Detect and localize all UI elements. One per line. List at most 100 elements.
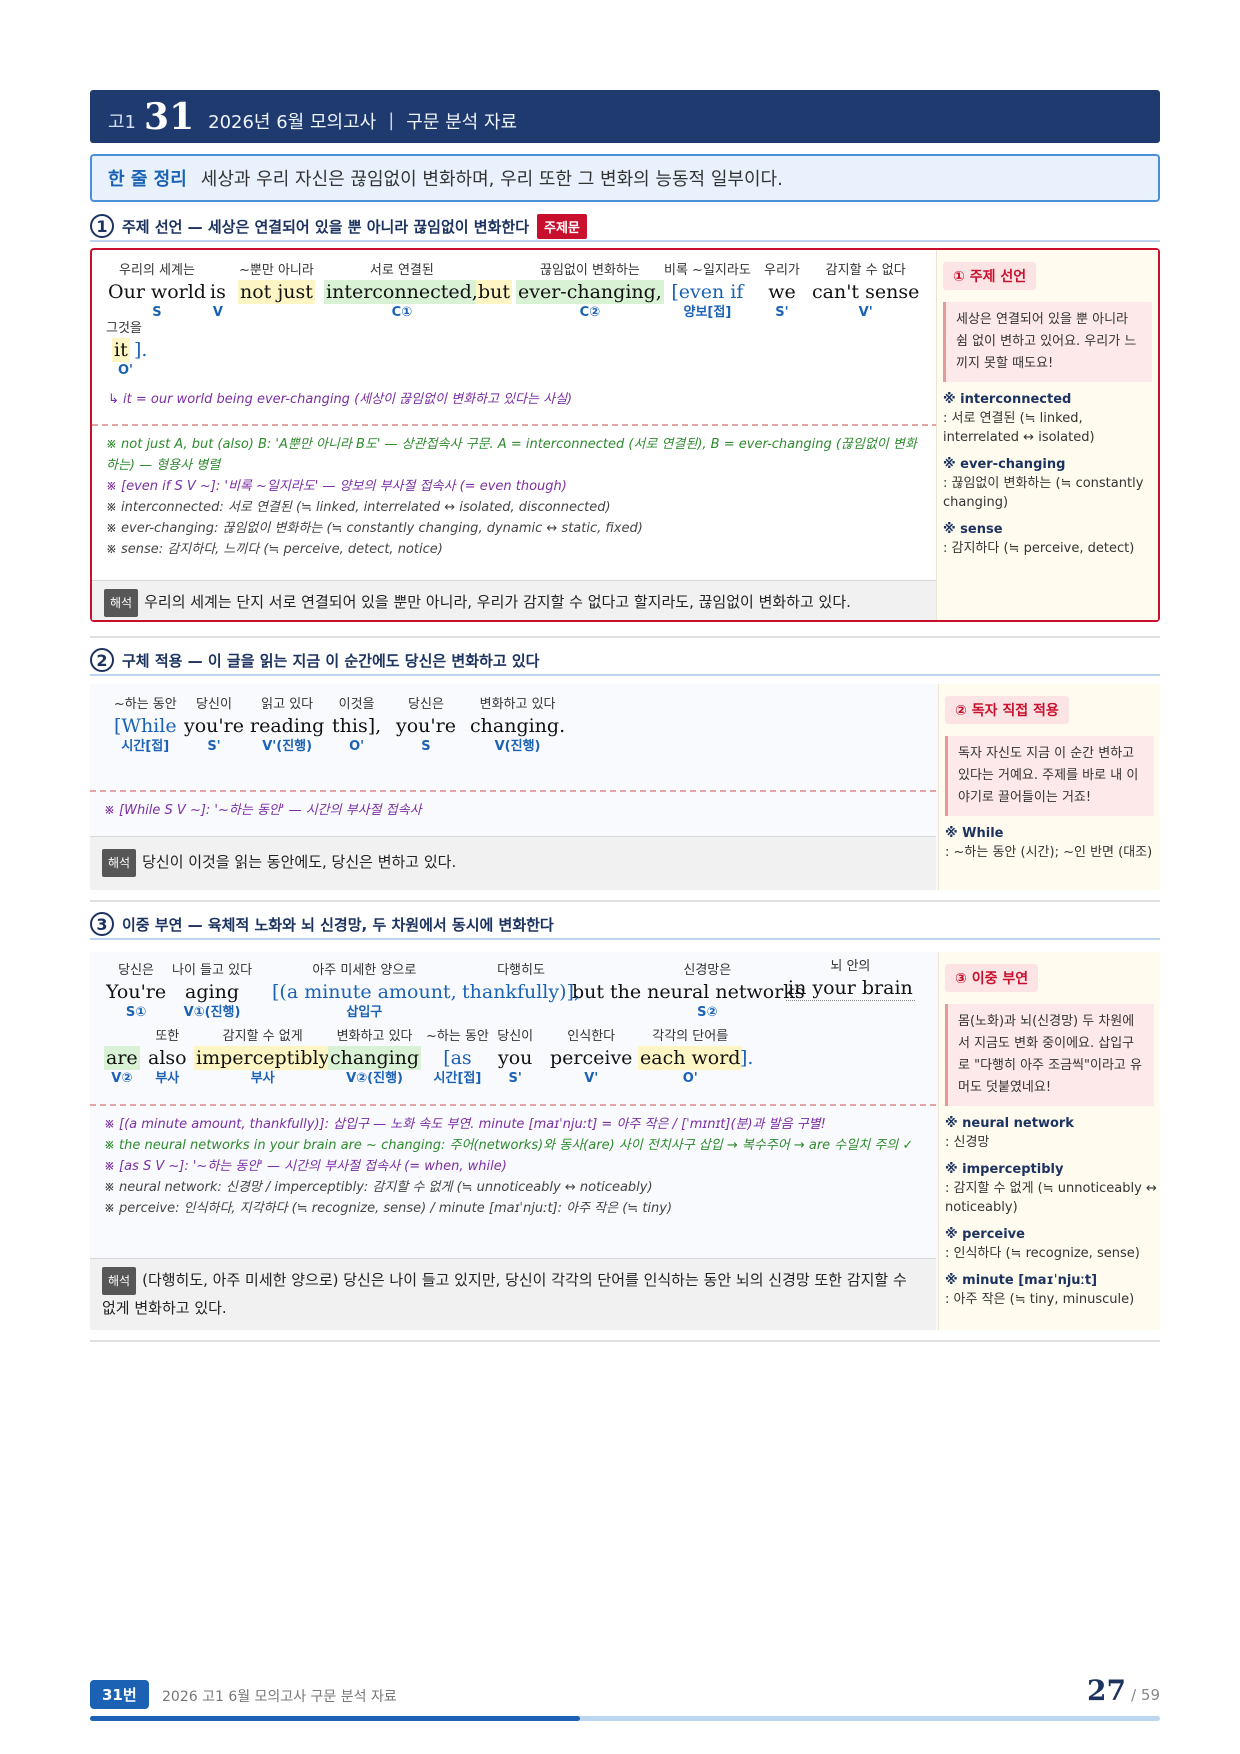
- summary-label: 한 줄 정리: [108, 169, 187, 190]
- chunk: 감지할 수 없게 imperceptibly 부사: [194, 1029, 332, 1086]
- summary-text: 세상과 우리 자신은 끊임없이 변화하며, 우리 또한 그 변화의 능동적 일부…: [200, 169, 783, 190]
- note-item: ※ [even if S V ~]: '비록 ~일지라도' — 양보의 부사절 …: [106, 479, 567, 494]
- chunk: ~하는 동안 [While 시간[접]: [113, 697, 177, 754]
- exam-title: 2026년 6월 모의고사: [208, 111, 377, 133]
- chunk: ].: [134, 339, 148, 361]
- grammar-notes: ※ [While S V ~]: '~하는 동안' — 시간의 부사절 접속사: [90, 790, 936, 829]
- footer-text: 2026 고1 6월 모의고사 구문 분석 자료: [162, 1689, 397, 1705]
- chunk: but: [572, 981, 605, 1003]
- chunk: 읽고 있다 reading V'(진행): [250, 697, 325, 754]
- section-1-sidebar: ① 주제 선언 세상은 연결되어 있을 뿐 아니라 쉼 없이 변하고 있어요. …: [936, 250, 1158, 620]
- doc-subtitle: 구문 분석 자료: [406, 111, 518, 133]
- grammar-notes: ※ not just A, but (also) B: 'A뿐만 아니라 B도'…: [92, 424, 938, 568]
- chunk: 비록 ~일지라도 [even if 양보[접]: [664, 263, 751, 320]
- translation-tag: 해석: [104, 589, 139, 617]
- page-header: 고1 31 2026년 6월 모의고사 | 구문 분석 자료: [90, 90, 1160, 143]
- progress-fill: [90, 1716, 580, 1721]
- chunk: 감지할 수 없다 can't sense V': [812, 263, 920, 320]
- vocab-item: ※ interconnected: 서로 연결된 (≒ linked, inte…: [943, 392, 1095, 445]
- translation-tag: 해석: [102, 1267, 137, 1295]
- chunk: 우리가 we S': [764, 263, 800, 320]
- chunk: 신경망은 the neural networks S②: [610, 963, 805, 1020]
- vocab-item: ※ imperceptibly: 감지할 수 없게 (≒ unnoticeabl…: [945, 1162, 1157, 1215]
- section-title: 구체 적용 — 이 글을 읽는 지금 이 순간에도 당신은 변화하고 있다: [122, 651, 540, 670]
- section-number: 2: [90, 648, 114, 672]
- note-item: ※ ever-changing: 끊임없이 변화하는 (≒ constantly…: [106, 521, 643, 536]
- sidebar-comment: 독자 자신도 지금 이 순간 변하고 있다는 거예요. 주제를 바로 내 이야기…: [945, 736, 1154, 816]
- grade-label: 고1: [108, 111, 137, 133]
- page-number: 27 / 59: [1087, 1674, 1160, 1707]
- chunk: 각각의 단어를 each word O': [638, 1029, 743, 1086]
- chunk: 나이 들고 있다 aging V①(진행): [172, 963, 253, 1020]
- chunk: 인식한다 perceive V': [550, 1029, 633, 1086]
- chunk: ~뿐만 아니라 not just: [238, 263, 315, 304]
- section-3-sidebar: ③ 이중 부연 몸(노화)과 뇌(신경망) 두 차원에서 지금도 변화 중이에요…: [938, 952, 1160, 1330]
- grammar-notes: ※ [(a minute amount, thankfully)]: 삽입구 —…: [90, 1104, 936, 1227]
- section-3-box: 당신은 You're S① 나이 들고 있다 aging V①(진행) 아주 미세한 양…: [90, 952, 1160, 1330]
- vocab-item: ※ While: ~하는 동안 (시간); ~인 반면 (대조): [945, 826, 1153, 860]
- sidebar-pill: ③ 이중 부연: [945, 964, 1039, 992]
- note-item: ※ neural network: 신경망 / imperceptibly: 감…: [104, 1180, 653, 1195]
- section-3-heading: 3 이중 부연 — 육체적 노화와 뇌 신경망, 두 차원에서 동시에 변화한다: [90, 910, 1160, 940]
- sidebar-comment: 몸(노화)과 뇌(신경망) 두 차원에서 지금도 변화 중이에요. 삽입구로 "…: [945, 1004, 1154, 1106]
- progress-bar: [90, 1716, 1160, 1721]
- section-divider: [90, 636, 1160, 638]
- summary-box: 한 줄 정리 세상과 우리 자신은 끊임없이 변화하며, 우리 또한 그 변화의…: [90, 154, 1160, 202]
- chunk: 또한 also 부사: [148, 1029, 187, 1086]
- section-number: 3: [90, 912, 114, 936]
- chunk: 아주 미세한 양으로 [(a minute amount, 삽입구: [272, 963, 457, 1020]
- section-1-box: 우리의 세계는 Our world S is V ~뿐만 아니라 not just 서로…: [90, 248, 1160, 622]
- vocab-item: ※ neural network: 신경망: [945, 1116, 1074, 1150]
- topic-sentence-tag: 주제문: [537, 213, 587, 239]
- note-item: ※ [as S V ~]: '~하는 동안' — 시간의 부사절 접속사 (= …: [104, 1159, 507, 1174]
- chunk: 뇌 안의 in your brain: [786, 959, 915, 1001]
- chunk: 이것을 this], O': [332, 697, 382, 754]
- chunk: 변화하고 있다 changing. V(진행): [470, 697, 566, 754]
- note-item: ※ [While S V ~]: '~하는 동안' — 시간의 부사절 접속사: [104, 803, 422, 818]
- section-number: 1: [90, 214, 114, 238]
- sidebar-pill: ① 주제 선언: [943, 262, 1037, 290]
- sidebar-pill: ② 독자 직접 적용: [945, 696, 1069, 724]
- reference-note: ↳ it = our world being ever-changing (세상…: [108, 392, 573, 407]
- chunk: 끊임없이 변화하는 ever-changing, C②: [516, 263, 664, 320]
- translation-box: 해석 (다행히도, 아주 미세한 양으로) 당신은 나이 들고 있지만, 당신이 …: [90, 1258, 936, 1330]
- note-item: ※ the neural networks in your brain are …: [104, 1138, 914, 1153]
- vocab-item: ※ ever-changing: 끊임없이 변화하는 (≒ constantly…: [943, 457, 1144, 510]
- vocab-item: ※ sense: 감지하다 (≒ perceive, detect): [943, 522, 1135, 556]
- question-badge: 31번: [90, 1680, 149, 1709]
- section-1-heading: 1 주제 선언 — 세상은 연결되어 있을 뿐 아니라 끊임없이 변화한다 주제…: [90, 212, 1160, 242]
- section-2-sidebar: ② 독자 직접 적용 독자 자신도 지금 이 순간 변하고 있다는 거예요. 주…: [938, 684, 1160, 890]
- chunk: ~하는 동안 [as 시간[접]: [426, 1029, 489, 1086]
- chunk: but: [476, 280, 513, 304]
- section-title: 주제 선언 — 세상은 연결되어 있을 뿐 아니라 끊임없이 변화한다: [122, 217, 530, 236]
- page-footer: 31번 2026 고1 6월 모의고사 구문 분석 자료 27 / 59: [90, 1674, 1160, 1721]
- chunk: 서로 연결된 interconnected, C①: [324, 263, 480, 320]
- translation-text: (다행히도, 아주 미세한 양으로) 당신은 나이 들고 있지만, 당신이 각각…: [102, 1271, 907, 1317]
- chunk: 당신은 you're S: [396, 697, 456, 754]
- section-2-box: ~하는 동안 [While 시간[접] 당신이 you're S' 읽고 있다 readi…: [90, 684, 1160, 890]
- note-item: ※ [(a minute amount, thankfully)]: 삽입구 —…: [104, 1117, 826, 1132]
- chunk: 우리의 세계는 Our world S: [108, 263, 206, 320]
- translation-text: 당신이 이것을 읽는 동안에도, 당신은 변하고 있다.: [142, 853, 457, 871]
- note-item: ※ not just A, but (also) B: 'A뿐만 아니라 B도'…: [106, 437, 917, 473]
- chunk: is V: [210, 281, 226, 320]
- sidebar-comment: 세상은 연결되어 있을 뿐 아니라 쉼 없이 변하고 있어요. 우리가 느끼지 …: [943, 302, 1152, 382]
- translation-box: 해석 당신이 이것을 읽는 동안에도, 당신은 변하고 있다.: [90, 836, 936, 890]
- section-divider: [90, 1340, 1160, 1342]
- translation-text: 우리의 세계는 단지 서로 연결되어 있을 뿐만 아니라, 우리가 감지할 수 …: [144, 593, 851, 611]
- note-item: ※ perceive: 인식하다, 지각하다 (≒ recognize, sen…: [104, 1201, 673, 1216]
- vocab-item: ※ minute [maɪˈnjuːt]: 아주 작은 (≒ tiny, min…: [945, 1273, 1135, 1307]
- section-2-main: ~하는 동안 [While 시간[접] 당신이 you're S' 읽고 있다 readi…: [90, 684, 936, 890]
- title-separator: |: [388, 110, 395, 131]
- translation-box: 해석 우리의 세계는 단지 서로 연결되어 있을 뿐만 아니라, 우리가 감지할 …: [92, 580, 938, 620]
- section-3-main: 당신은 You're S① 나이 들고 있다 aging V①(진행) 아주 미세한 양…: [90, 952, 936, 1330]
- chunk: ].: [740, 1047, 754, 1069]
- chunk: 당신이 you're S': [184, 697, 244, 754]
- question-number: 31: [144, 95, 195, 138]
- chunk: 다행히도 thankfully)],: [462, 963, 580, 1003]
- chunk: 당신은 You're S①: [106, 963, 167, 1020]
- section-divider: [90, 900, 1160, 902]
- note-item: ※ interconnected: 서로 연결된 (≒ linked, inte…: [106, 500, 611, 515]
- chunk: are V②: [104, 1046, 140, 1086]
- chunk: 당신이 you S': [497, 1029, 534, 1086]
